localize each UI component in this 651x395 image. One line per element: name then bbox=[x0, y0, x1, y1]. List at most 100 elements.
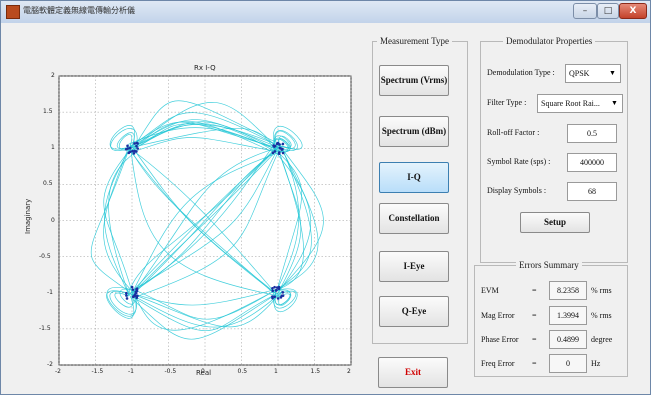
mag-error-value: 1.3994 bbox=[549, 306, 587, 325]
window-title: 電腦軟體定義無線電傳輸分析儀 bbox=[23, 6, 135, 15]
demodulation-type-value: QPSK bbox=[569, 69, 590, 78]
symbol-point bbox=[281, 151, 285, 155]
x-tick-label: -0.5 bbox=[164, 368, 177, 375]
mag-error-unit: % rms bbox=[591, 311, 612, 320]
freq-error-equals: = bbox=[532, 359, 537, 368]
y-tick-label: -1 bbox=[47, 288, 53, 296]
phase-error-equals: = bbox=[532, 335, 537, 344]
phase-error-value: 0.4899 bbox=[549, 330, 587, 349]
evm-value: 8.2358 bbox=[549, 281, 587, 300]
evm-label: EVM bbox=[481, 286, 499, 295]
symbol-point bbox=[281, 142, 285, 146]
symbol-point bbox=[281, 294, 285, 297]
filter-type-select[interactable]: Square Root Rai... ▼ bbox=[537, 94, 623, 113]
symbol-point bbox=[135, 150, 138, 153]
symbol-point bbox=[126, 144, 129, 148]
dropdown-arrow-icon: ▼ bbox=[611, 99, 618, 107]
rolloff-factor-field[interactable]: 0.5 bbox=[567, 124, 617, 143]
symbol-point bbox=[277, 151, 281, 154]
symbol-point bbox=[273, 150, 277, 153]
y-tick-label: -0.5 bbox=[39, 252, 51, 260]
symbol-point bbox=[276, 297, 280, 300]
demodulator-properties-group: Demodulator Properties Demodulation Type… bbox=[480, 36, 628, 263]
app-icon bbox=[6, 5, 20, 19]
display-symbols-label: Display Symbols : bbox=[487, 186, 547, 195]
filter-type-value: Square Root Rai... bbox=[541, 99, 600, 108]
evm-unit: % rms bbox=[591, 286, 612, 295]
symbol-point bbox=[135, 296, 139, 300]
symbol-point bbox=[280, 147, 283, 151]
freq-error-unit: Hz bbox=[591, 359, 601, 368]
mag-error-label: Mag Error bbox=[481, 311, 515, 320]
symbol-point bbox=[273, 295, 277, 299]
constellation-button[interactable]: Constellation bbox=[379, 203, 449, 234]
symbol-point bbox=[125, 294, 128, 297]
i-eye-button[interactable]: I-Eye bbox=[379, 251, 449, 282]
symbol-point bbox=[281, 291, 285, 294]
measurement-type-group: Measurement Type Spectrum (Vrms) Spectru… bbox=[372, 36, 468, 344]
demodulation-type-select[interactable]: QPSK ▼ bbox=[565, 64, 621, 83]
symbol-point bbox=[271, 289, 275, 293]
spectrum-dbm-button[interactable]: Spectrum (dBm) bbox=[379, 116, 449, 147]
symbol-rate-field[interactable]: 400000 bbox=[567, 153, 617, 172]
errors-summary-group: Errors Summary EVM = 8.2358 % rms Mag Er… bbox=[474, 260, 628, 377]
x-tick-label: 0.5 bbox=[237, 368, 248, 375]
x-tick-label: -1 bbox=[128, 368, 134, 375]
y-tick-label: 1 bbox=[51, 144, 55, 152]
rolloff-factor-label: Roll-off Factor : bbox=[487, 128, 540, 137]
filter-type-label: Filter Type : bbox=[487, 98, 527, 107]
close-button[interactable]: X bbox=[619, 3, 647, 19]
y-tick-label: 1.5 bbox=[43, 108, 53, 116]
phase-error-label: Phase Error bbox=[481, 335, 519, 344]
y-tick-label: -1.5 bbox=[39, 324, 51, 332]
x-tick-label: 2 bbox=[347, 368, 351, 375]
x-tick-label: 1.5 bbox=[310, 368, 321, 375]
freq-error-label: Freq Error bbox=[481, 359, 515, 368]
symbol-point bbox=[135, 141, 139, 145]
demodulation-type-label: Demodulation Type : bbox=[487, 68, 555, 77]
symbol-point bbox=[279, 296, 283, 299]
freq-error-value: 0 bbox=[549, 354, 587, 373]
symbol-point bbox=[130, 285, 134, 289]
y-tick-label: 0 bbox=[51, 216, 55, 224]
symbol-rate-label: Symbol Rate (sps) : bbox=[487, 157, 551, 166]
y-tick-label: 0.5 bbox=[43, 180, 53, 188]
x-tick-label: 1 bbox=[274, 368, 278, 375]
symbol-point bbox=[132, 295, 135, 298]
q-eye-button[interactable]: Q-Eye bbox=[379, 296, 449, 327]
symbol-point bbox=[275, 142, 279, 146]
client-area: Rx I-Q -2 -1.5 -1 -0.5 0 0.5 1 1.5 2 2 1.5 1 0.5 0 -0… bbox=[2, 24, 649, 394]
phase-error-unit: degree bbox=[591, 335, 613, 344]
setup-button[interactable]: Setup bbox=[520, 212, 590, 233]
symbol-point bbox=[128, 150, 132, 154]
spectrum-vrms-button[interactable]: Spectrum (Vrms) bbox=[379, 65, 449, 96]
symbol-point bbox=[125, 291, 128, 295]
symbol-point bbox=[132, 152, 136, 155]
display-symbols-field[interactable]: 68 bbox=[567, 182, 617, 201]
minimize-button[interactable]: – bbox=[573, 3, 597, 19]
app-window: 電腦軟體定義無線電傳輸分析儀 – □ X Rx I-Q -2 -1.5 -1 -0.5… bbox=[0, 0, 651, 395]
y-tick-label: -2 bbox=[47, 361, 53, 368]
measurement-type-title: Measurement Type bbox=[377, 36, 452, 46]
symbol-point bbox=[136, 147, 140, 150]
symbol-point bbox=[125, 297, 129, 300]
symbol-point bbox=[131, 149, 134, 153]
dropdown-arrow-icon: ▼ bbox=[609, 69, 616, 77]
maximize-button[interactable]: □ bbox=[597, 3, 619, 19]
symbol-point bbox=[135, 289, 139, 293]
demodulator-properties-title: Demodulator Properties bbox=[503, 36, 596, 46]
y-axis-label: Imaginary bbox=[24, 198, 32, 234]
symbol-point bbox=[275, 288, 278, 292]
symbol-point bbox=[277, 287, 281, 291]
mag-error-equals: = bbox=[532, 311, 537, 320]
y-tick-label: 2 bbox=[51, 72, 55, 79]
symbol-point bbox=[271, 295, 274, 298]
x-axis-label: Real bbox=[196, 369, 212, 377]
errors-summary-title: Errors Summary bbox=[516, 260, 582, 270]
exit-button[interactable]: Exit bbox=[378, 357, 448, 388]
iq-button[interactable]: I-Q bbox=[379, 162, 449, 193]
x-tick-label: -2 bbox=[55, 368, 61, 375]
symbol-point bbox=[126, 147, 130, 150]
symbol-point bbox=[272, 144, 275, 147]
evm-equals: = bbox=[532, 286, 537, 295]
